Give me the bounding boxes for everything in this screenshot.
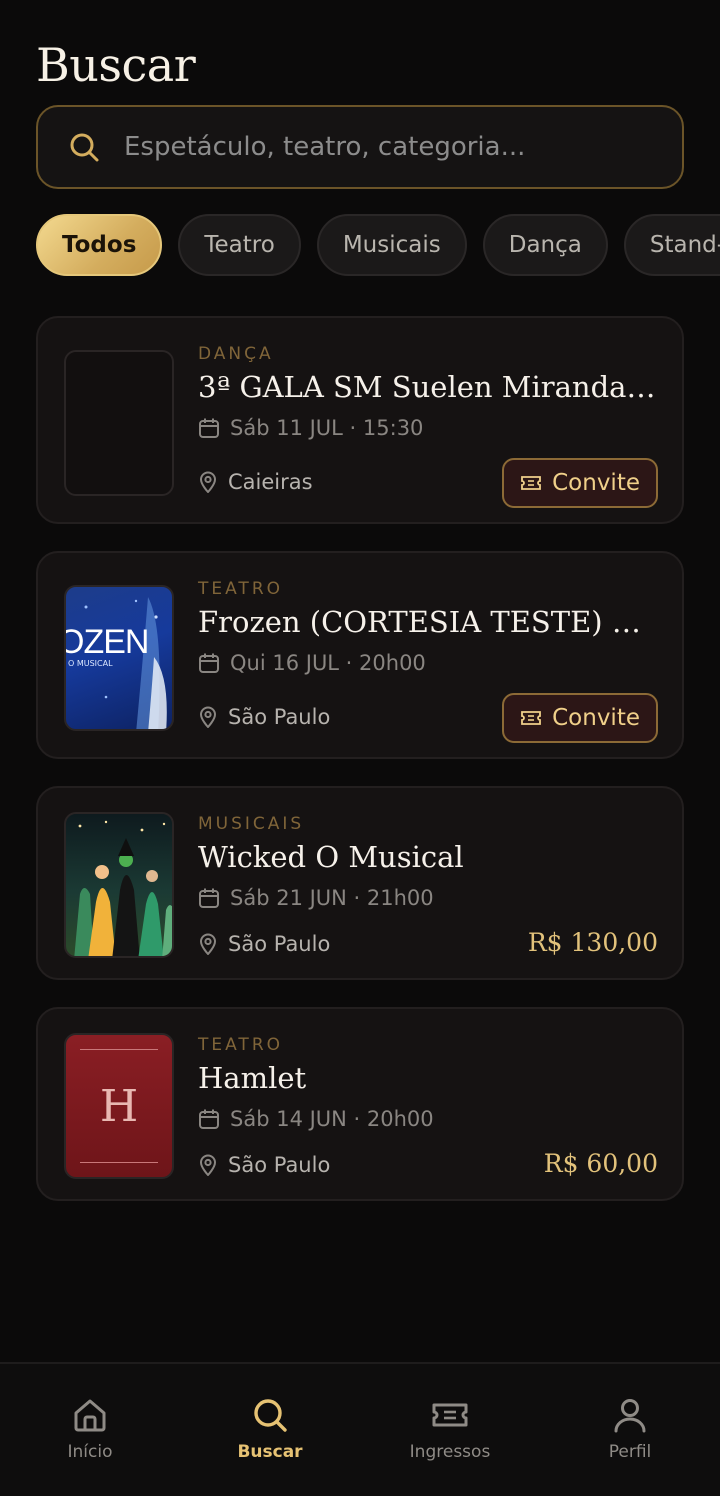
invite-button[interactable]: Convite [502, 458, 658, 508]
event-venue-row: São Paulo [198, 705, 330, 729]
event-datetime-row: Sáb 14 JUN · 20h00 [198, 1107, 658, 1131]
nav-item-ingressos[interactable]: Ingressos [360, 1364, 540, 1496]
map-pin-icon [199, 706, 217, 728]
poster-subtitle: O MUSICAL [68, 659, 113, 668]
filter-chip-danca[interactable]: Dança [482, 214, 608, 276]
ticket-icon [521, 476, 542, 490]
nav-item-inicio[interactable]: Início [0, 1364, 180, 1496]
filter-chip-standup[interactable]: Stand-up [623, 214, 720, 276]
map-pin-icon [199, 933, 217, 955]
filter-chips: Todos Teatro Musicais Dança Stand-up [36, 214, 720, 278]
event-datetime: Sáb 14 JUN · 20h00 [230, 1107, 434, 1131]
app-screen: Buscar Todos Teatro Musicais Dança Stand… [0, 0, 720, 1496]
page-title: Buscar [36, 38, 196, 92]
nav-item-perfil[interactable]: Perfil [540, 1364, 720, 1496]
poster-rule-bottom [80, 1162, 158, 1163]
event-category: TEATRO [198, 1035, 284, 1055]
event-title: Wicked O Musical [198, 840, 464, 874]
event-datetime: Sáb 11 JUL · 15:30 [230, 416, 424, 440]
event-datetime-row: Qui 16 JUL · 20h00 [198, 651, 658, 675]
home-icon [74, 1399, 106, 1432]
map-pin-icon [199, 1154, 217, 1176]
calendar-icon [199, 1109, 219, 1129]
event-category: MUSICAIS [198, 814, 305, 834]
calendar-icon [199, 418, 219, 438]
event-venue-row: São Paulo [198, 932, 330, 956]
event-datetime-row: Sáb 11 JUL · 15:30 [198, 416, 658, 440]
user-icon [614, 1399, 646, 1433]
event-venue-row: Caieiras [198, 470, 313, 494]
search-bar[interactable] [36, 105, 684, 189]
invite-button-label: Convite [552, 705, 640, 731]
event-poster [64, 350, 174, 496]
nav-label: Início [67, 1442, 113, 1462]
event-card[interactable]: H TEATRO Hamlet Sáb 14 JUN · 20h00 São P… [36, 1007, 684, 1201]
event-title: Frozen (CORTESIA TESTE) Musical [198, 605, 658, 639]
poster-rule-top [80, 1049, 158, 1050]
nav-label: Buscar [237, 1442, 303, 1462]
event-category: TEATRO [198, 579, 284, 599]
event-venue-row: São Paulo [198, 1153, 330, 1177]
event-price: R$ 60,00 [543, 1149, 658, 1178]
event-datetime: Sáb 21 JUN · 21h00 [230, 886, 434, 910]
filter-chip-teatro[interactable]: Teatro [178, 214, 301, 276]
ticket-icon [432, 1403, 468, 1427]
nav-label: Ingressos [409, 1442, 491, 1462]
calendar-icon [199, 888, 219, 908]
event-category: DANÇA [198, 344, 274, 364]
event-datetime-row: Sáb 21 JUN · 21h00 [198, 886, 658, 910]
event-price: R$ 130,00 [527, 928, 658, 957]
event-card[interactable]: MUSICAIS Wicked O Musical Sáb 21 JUN · 2… [36, 786, 684, 980]
event-card[interactable]: OZEN O MUSICAL TEATRO Frozen (CORTESIA T… [36, 551, 684, 759]
nav-label: Perfil [608, 1442, 652, 1462]
map-pin-icon [199, 471, 217, 493]
event-venue: São Paulo [228, 932, 331, 956]
filter-chip-musicais[interactable]: Musicais [316, 214, 467, 276]
event-datetime: Qui 16 JUL · 20h00 [230, 651, 426, 675]
search-input[interactable] [124, 117, 682, 177]
event-poster: OZEN O MUSICAL [64, 585, 174, 731]
event-title: 3ª GALA SM Suelen Miranda Es... [198, 370, 658, 404]
search-icon [254, 1399, 287, 1432]
calendar-icon [199, 653, 219, 673]
event-title: Hamlet [198, 1061, 307, 1095]
nav-item-buscar[interactable]: Buscar [180, 1364, 360, 1496]
event-poster: H [64, 1033, 174, 1179]
ticket-icon [521, 711, 542, 725]
event-card[interactable]: DANÇA 3ª GALA SM Suelen Miranda Es... Sá… [36, 316, 684, 524]
bottom-nav: Início Buscar Ingressos Perfil [0, 1362, 720, 1496]
poster-letter: H [99, 1081, 139, 1132]
wicked-poster-art [74, 820, 172, 956]
event-venue: São Paulo [228, 1153, 331, 1177]
search-icon [70, 133, 99, 162]
event-venue: São Paulo [228, 705, 331, 729]
invite-button[interactable]: Convite [502, 693, 658, 743]
invite-button-label: Convite [552, 470, 640, 496]
poster-title: OZEN [64, 623, 149, 661]
event-venue: Caieiras [228, 470, 313, 494]
filter-chip-todos[interactable]: Todos [36, 214, 163, 276]
event-poster [64, 812, 174, 958]
